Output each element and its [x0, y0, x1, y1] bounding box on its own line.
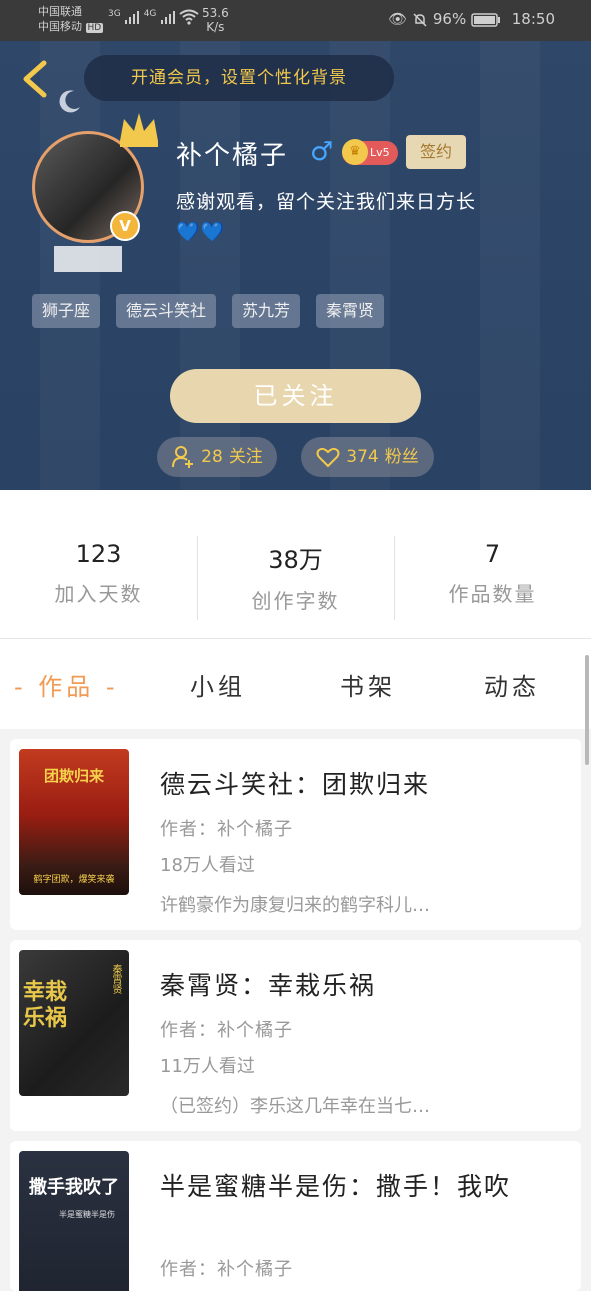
- level-badge: ♛ Lv5: [342, 139, 398, 165]
- tab-bar: - 作品 - 小组 书架 动态: [0, 639, 591, 729]
- scrollbar[interactable]: [585, 655, 589, 765]
- profile-header: 开通会员，设置个性化背景 V 补个橘子 ♂ ♛ Lv5 签约 感谢观看，留个关注…: [0, 41, 591, 490]
- carrier-1: 中国联通: [38, 5, 82, 18]
- stats-section: 123 加入天数 38万 创作字数 7 作品数量: [0, 490, 591, 639]
- stat-word-count: 38万 创作字数: [251, 546, 340, 613]
- user-bio: 感谢观看，留个关注我们来日方长 💙💙: [176, 187, 566, 247]
- user-add-icon: [172, 446, 194, 468]
- work-title: 德云斗笑社：团欺归来: [160, 770, 431, 799]
- signal-icon: [125, 11, 140, 24]
- eye-icon: 👁: [388, 10, 408, 28]
- following-count: 28: [201, 447, 223, 467]
- tag-item[interactable]: 狮子座: [32, 294, 101, 328]
- back-arrow-icon[interactable]: [18, 57, 52, 101]
- status-bar: 中国联通 中国移动 HD 3G 4G 53.6 K/s 👁 96% 18:50: [0, 0, 591, 41]
- heart-emojis: 💙💙: [176, 221, 226, 243]
- male-gender-icon: ♂: [310, 137, 334, 167]
- book-cover[interactable]: 幸栽乐祸 秦霄贤: [19, 950, 129, 1096]
- following-pill[interactable]: 28 关注: [157, 437, 277, 477]
- fans-count: 374: [346, 447, 379, 467]
- tag-item[interactable]: 秦霄贤: [316, 294, 385, 328]
- signal-icon: [160, 11, 175, 24]
- signed-badge: 签约: [406, 135, 466, 169]
- list-item[interactable]: 团欺归来 鹤字团欺，爆笑来袭 德云斗笑社：团欺归来 作者：补个橘子 18万人看过…: [10, 739, 581, 930]
- battery-icon: [471, 12, 500, 27]
- heart-plus-icon: [316, 447, 340, 468]
- carrier-info: 中国联通 中国移动 HD: [38, 4, 104, 36]
- work-description: 许鹤豪作为康复归来的鹤字科儿…: [160, 895, 430, 916]
- mute-bell-icon: [413, 12, 427, 27]
- signal-icons: 3G 4G: [108, 9, 200, 28]
- stat-works-count: 7 作品数量: [448, 540, 537, 606]
- vip-background-banner[interactable]: 开通会员，设置个性化背景: [84, 55, 394, 101]
- level-crown-icon: ♛: [342, 139, 368, 165]
- book-cover[interactable]: 撒手我吹了 半是蜜糖半是伤: [19, 1151, 129, 1291]
- battery-percent: 96%: [432, 10, 467, 28]
- tab-bookshelf[interactable]: 书架: [340, 667, 396, 702]
- crown-icon: [120, 113, 158, 147]
- fans-pill[interactable]: 374 粉丝: [301, 437, 434, 477]
- tab-works[interactable]: - 作品 -: [14, 667, 119, 702]
- network-speed: 53.6 K/s: [202, 6, 229, 34]
- verified-badge: V: [110, 211, 140, 241]
- tag-item[interactable]: 德云斗笑社: [116, 294, 217, 328]
- tag-item[interactable]: 苏九芳: [232, 294, 301, 328]
- list-item[interactable]: 撒手我吹了 半是蜜糖半是伤 半是蜜糖半是伤：撒手！我吹 作者：补个橘子: [10, 1141, 581, 1291]
- work-author: 作者：补个橘子: [160, 819, 293, 840]
- work-views: 11万人看过: [160, 1056, 255, 1077]
- list-item[interactable]: 幸栽乐祸 秦霄贤 秦霄贤：幸栽乐祸 作者：补个橘子 11万人看过 （已签约）李乐…: [10, 940, 581, 1131]
- wifi-icon: [179, 9, 200, 25]
- clock: 18:50: [511, 10, 555, 28]
- tag-list: 狮子座 德云斗笑社 苏九芳 秦霄贤: [32, 294, 385, 328]
- following-label: 关注: [228, 447, 263, 467]
- fans-label: 粉丝: [384, 447, 419, 467]
- tab-activity[interactable]: 动态: [484, 667, 540, 702]
- work-author: 作者：补个橘子: [160, 1259, 293, 1280]
- status-right: 👁 96% 18:50: [388, 10, 555, 28]
- work-title: 秦霄贤：幸栽乐祸: [160, 971, 377, 1000]
- network-type-1: 3G: [108, 9, 121, 19]
- network-type-2: 4G: [143, 9, 157, 19]
- stat-join-days: 123 加入天数: [54, 540, 143, 606]
- work-title: 半是蜜糖半是伤：撒手！我吹: [160, 1172, 512, 1201]
- work-description: （已签约）李乐这几年幸在当七…: [160, 1096, 430, 1117]
- hd-badge: HD: [85, 23, 104, 33]
- work-author: 作者：补个橘子: [160, 1020, 293, 1041]
- tab-groups[interactable]: 小组: [190, 667, 246, 702]
- carrier-2: 中国移动: [38, 20, 82, 33]
- moon-icon: [59, 90, 80, 113]
- book-cover[interactable]: 团欺归来 鹤字团欺，爆笑来袭: [19, 749, 129, 895]
- work-views: 18万人看过: [160, 855, 255, 876]
- avatar-sticker: [54, 246, 122, 272]
- follow-button[interactable]: 已关注: [170, 369, 421, 423]
- username: 补个橘子: [176, 141, 289, 171]
